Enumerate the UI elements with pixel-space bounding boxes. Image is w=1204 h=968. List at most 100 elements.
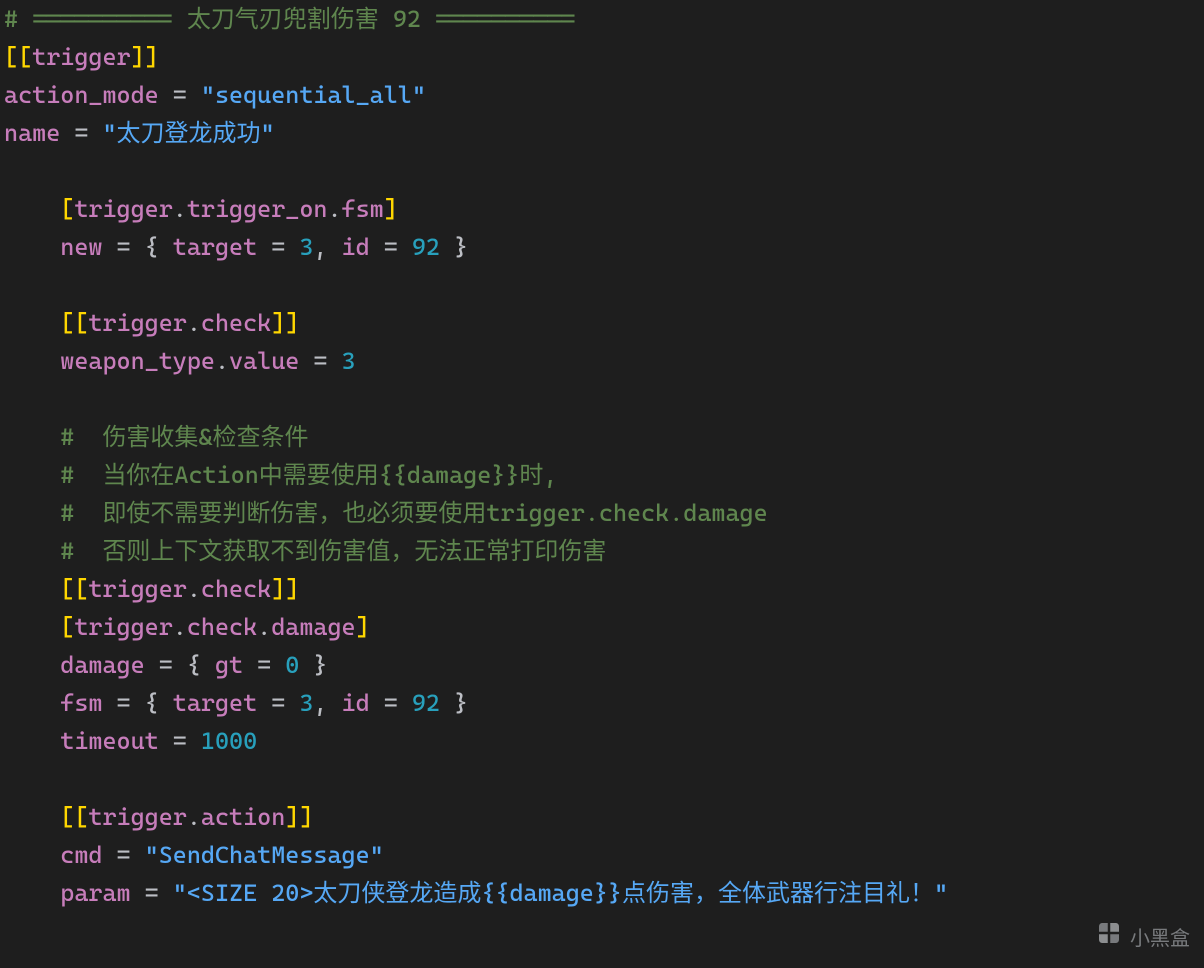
code-token <box>4 879 60 907</box>
code-token <box>4 613 60 641</box>
code-token <box>4 651 60 679</box>
code-token: 92 <box>412 689 440 717</box>
code-token: . <box>215 347 229 375</box>
code-token: 92 <box>412 233 440 261</box>
code-token <box>4 309 60 337</box>
code-token: = <box>159 81 201 109</box>
code-token: = <box>131 879 173 907</box>
code-token: , <box>313 689 341 717</box>
code-token: check <box>201 575 271 603</box>
code-token: = <box>102 233 144 261</box>
code-token: = <box>102 689 144 717</box>
code-token: = <box>370 233 412 261</box>
code-token: [ <box>60 613 74 641</box>
code-token: = <box>257 689 299 717</box>
code-token: # 否则上下文获取不到伤害值，无法正常打印伤害 <box>60 537 606 565</box>
code-token: damage <box>271 613 355 641</box>
code-token: damage <box>60 651 144 679</box>
code-token: # 当你在Action中需要使用{{damage}}时, <box>60 461 557 489</box>
code-token <box>4 461 60 489</box>
code-token: fsm <box>342 195 384 223</box>
code-token: cmd <box>60 841 102 869</box>
code-token: check <box>201 309 271 337</box>
code-token <box>4 727 60 755</box>
code-token: = <box>299 347 341 375</box>
code-token: new <box>60 233 102 261</box>
code-token <box>4 575 60 603</box>
code-token: action_mode <box>4 81 159 109</box>
code-token: "太刀登龙成功" <box>102 119 274 147</box>
code-token: [[ <box>60 575 88 603</box>
code-token: value <box>229 347 299 375</box>
code-token: "SendChatMessage" <box>145 841 384 869</box>
code-block: # ========== 太刀气刃兜割伤害 92 ========== [[tr… <box>0 0 1204 912</box>
code-token: check <box>187 613 257 641</box>
code-token: . <box>187 803 201 831</box>
code-token: weapon_type <box>60 347 215 375</box>
code-token: trigger <box>74 195 172 223</box>
code-token: "sequential_all" <box>201 81 426 109</box>
watermark: 小黑盒 <box>1094 918 1190 954</box>
code-token <box>4 537 60 565</box>
code-token: ]] <box>271 575 299 603</box>
code-token: param <box>60 879 130 907</box>
watermark-logo-icon <box>1094 918 1124 954</box>
code-token: action <box>201 803 285 831</box>
code-token: gt <box>215 651 243 679</box>
code-token: . <box>173 613 187 641</box>
code-token <box>4 347 60 375</box>
code-token: = <box>159 727 201 755</box>
code-token: ] <box>384 195 398 223</box>
code-token: 3 <box>342 347 356 375</box>
code-token: timeout <box>60 727 158 755</box>
code-token <box>4 423 60 451</box>
code-token: # ========== 太刀气刃兜割伤害 92 ========== <box>4 5 576 33</box>
code-token: [[ <box>60 309 88 337</box>
code-token: . <box>257 613 271 641</box>
code-token: { <box>187 651 215 679</box>
code-token <box>4 233 60 261</box>
code-token: 0 <box>285 651 299 679</box>
code-token <box>4 803 60 831</box>
code-token: [ <box>60 195 74 223</box>
code-token: . <box>187 309 201 337</box>
code-token: 3 <box>299 689 313 717</box>
code-token: trigger <box>88 575 186 603</box>
code-token: trigger <box>88 309 186 337</box>
code-token: { <box>145 689 173 717</box>
watermark-text: 小黑盒 <box>1130 922 1190 951</box>
code-token: # 即使不需要判断伤害，也必须要使用trigger.check.damage <box>60 499 767 527</box>
code-token: ]] <box>285 803 313 831</box>
code-token: . <box>327 195 341 223</box>
code-token: id <box>342 233 370 261</box>
code-token: ]] <box>131 43 159 71</box>
code-token: = <box>102 841 144 869</box>
code-token: = <box>370 689 412 717</box>
code-token: id <box>342 689 370 717</box>
code-token: target <box>173 689 257 717</box>
code-token: = <box>257 233 299 261</box>
code-token: [[ <box>60 803 88 831</box>
code-token: . <box>187 575 201 603</box>
code-token: trigger <box>74 613 172 641</box>
code-token: target <box>173 233 257 261</box>
code-token: trigger <box>32 43 130 71</box>
code-token: = <box>60 119 102 147</box>
code-token: name <box>4 119 60 147</box>
code-token: 3 <box>299 233 313 261</box>
code-token: [[ <box>4 43 32 71</box>
code-token: } <box>299 651 327 679</box>
code-token: , <box>313 233 341 261</box>
code-token: } <box>440 233 468 261</box>
code-token: fsm <box>60 689 102 717</box>
code-token: "<SIZE 20>太刀侠登龙造成{{damage}}点伤害，全体武器行注目礼！… <box>173 879 948 907</box>
code-token: ] <box>356 613 370 641</box>
code-token <box>4 841 60 869</box>
code-token: trigger_on <box>187 195 328 223</box>
code-token: trigger <box>88 803 186 831</box>
code-token <box>4 195 60 223</box>
code-token: = <box>145 651 187 679</box>
code-token: { <box>145 233 173 261</box>
code-token <box>4 499 60 527</box>
code-token: # 伤害收集&检查条件 <box>60 423 308 451</box>
